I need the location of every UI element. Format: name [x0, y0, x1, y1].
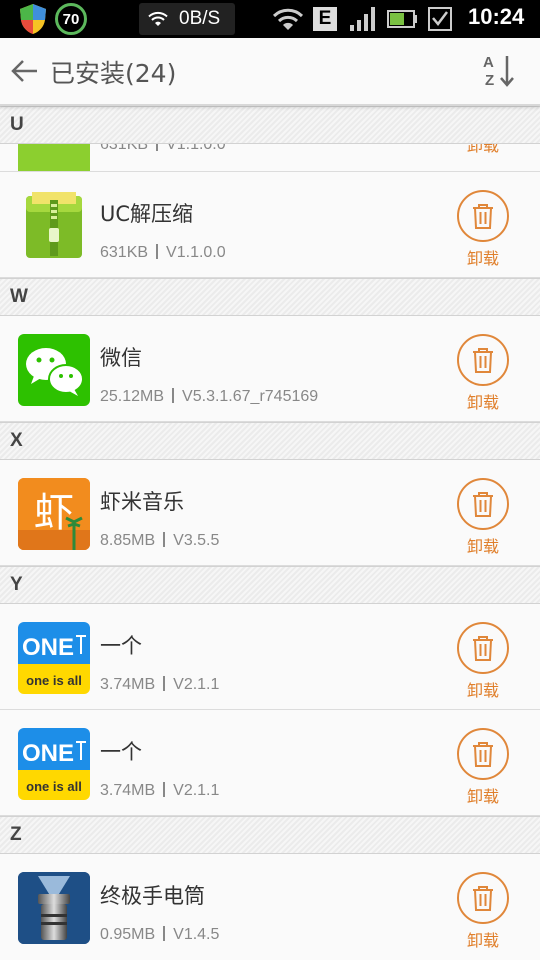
trash-icon — [457, 622, 509, 674]
trash-icon — [457, 728, 509, 780]
section-letter: Y — [10, 574, 23, 595]
svg-text:one is all: one is all — [26, 673, 82, 688]
uninstall-button[interactable]: 卸载 — [455, 190, 511, 269]
uninstall-button[interactable]: 卸载 — [455, 144, 511, 156]
shield-icon — [20, 4, 46, 34]
app-meta: 3.74MB V2.1.1 — [100, 782, 220, 799]
uninstall-label: 卸载 — [466, 537, 499, 556]
uninstall-button[interactable]: 卸载 — [455, 622, 511, 701]
app-name: 终极手电筒 — [100, 884, 205, 908]
wechat-app-icon — [18, 334, 90, 406]
wifi-icon — [148, 11, 168, 26]
list-item[interactable]: ONE one is all 一个 3.74MB V2.1.1 卸载 — [0, 604, 540, 710]
app-header: 已安装(24) A Z — [0, 38, 540, 106]
section-header-y: Y — [0, 566, 540, 604]
svg-text:A: A — [483, 54, 494, 71]
trash-icon — [457, 872, 509, 924]
uninstall-button[interactable]: 卸载 — [455, 478, 511, 557]
app-name: 微信 — [100, 346, 142, 370]
list-item[interactable]: 终极手电筒 0.95MB V1.4.5 卸载 — [0, 854, 540, 960]
trash-icon — [457, 190, 509, 242]
wifi-icon — [272, 8, 304, 30]
flashlight-app-icon — [18, 872, 90, 944]
svg-text:虾: 虾 — [34, 490, 74, 536]
section-letter: W — [10, 286, 28, 307]
arrow-left-icon[interactable] — [10, 58, 40, 84]
list-item[interactable]: 631KB V1.1.0.0 卸载 — [0, 144, 540, 172]
app-meta: 0.95MB V1.4.5 — [100, 926, 220, 943]
status-bar: 70 0B/S E 10:24 — [0, 0, 540, 38]
one-app-icon: ONE one is all — [18, 728, 90, 800]
uc-unzip-app-icon — [18, 144, 90, 171]
uninstall-button[interactable]: 卸载 — [455, 872, 511, 951]
uninstall-button[interactable]: 卸载 — [455, 334, 511, 413]
app-meta: 631KB V1.1.0.0 — [100, 144, 226, 154]
section-header-x: X — [0, 422, 540, 460]
uninstall-label: 卸载 — [466, 393, 499, 412]
section-letter: Z — [10, 824, 22, 845]
section-header-z: Z — [0, 816, 540, 854]
sort-az-icon[interactable]: A Z — [482, 52, 518, 90]
app-name: 一个 — [100, 634, 142, 658]
section-header-w: W — [0, 278, 540, 316]
battery-icon — [387, 10, 417, 28]
section-letter: X — [10, 430, 23, 451]
svg-text:ONE: ONE — [22, 634, 74, 661]
list-item[interactable]: ONE one is all 一个 3.74MB V2.1.1 卸载 — [0, 710, 540, 816]
uninstall-button[interactable]: 卸载 — [455, 728, 511, 807]
network-type-badge: E — [313, 7, 337, 31]
list-item[interactable]: UC解压缩 631KB V1.1.0.0 卸载 — [0, 172, 540, 278]
net-speed-text: 0B/S — [179, 8, 221, 29]
trash-icon — [457, 334, 509, 386]
section-letter: U — [10, 114, 24, 135]
app-meta: 8.85MB V3.5.5 — [100, 532, 220, 549]
app-meta: 3.74MB V2.1.1 — [100, 676, 220, 693]
checkbox-notification-icon — [428, 7, 452, 31]
uninstall-label: 卸载 — [466, 931, 499, 950]
uc-unzip-app-icon — [18, 190, 90, 262]
svg-text:one is all: one is all — [26, 779, 82, 794]
notification-badge: 70 — [55, 3, 87, 35]
app-name: 虾米音乐 — [100, 490, 184, 514]
signal-icon — [350, 7, 375, 31]
app-meta: 25.12MB V5.3.1.67_r745169 — [100, 388, 319, 405]
page-title: 已安装(24) — [50, 59, 177, 88]
svg-text:Z: Z — [485, 72, 494, 89]
svg-text:ONE: ONE — [22, 740, 74, 767]
section-header-u: U — [0, 106, 540, 144]
uninstall-label: 卸载 — [466, 681, 499, 700]
one-app-icon: ONE one is all — [18, 622, 90, 694]
list-item[interactable]: 微信 25.12MB V5.3.1.67_r745169 卸载 — [0, 316, 540, 422]
trash-icon — [457, 478, 509, 530]
app-name: UC解压缩 — [100, 202, 194, 226]
clock: 10:24 — [468, 4, 525, 29]
uninstall-label: 卸载 — [466, 787, 499, 806]
xiami-music-app-icon: 虾 — [18, 478, 90, 550]
uninstall-label: 卸载 — [466, 249, 499, 268]
installed-app-list[interactable]: U 631KB V1.1.0.0 卸载 UC解压缩 631KB V1.1.0.0… — [0, 106, 540, 960]
app-meta: 631KB V1.1.0.0 — [100, 244, 226, 261]
network-speed: 0B/S — [139, 3, 235, 35]
app-name: 一个 — [100, 740, 142, 764]
list-item[interactable]: 虾 虾米音乐 8.85MB V3.5.5 卸载 — [0, 460, 540, 566]
